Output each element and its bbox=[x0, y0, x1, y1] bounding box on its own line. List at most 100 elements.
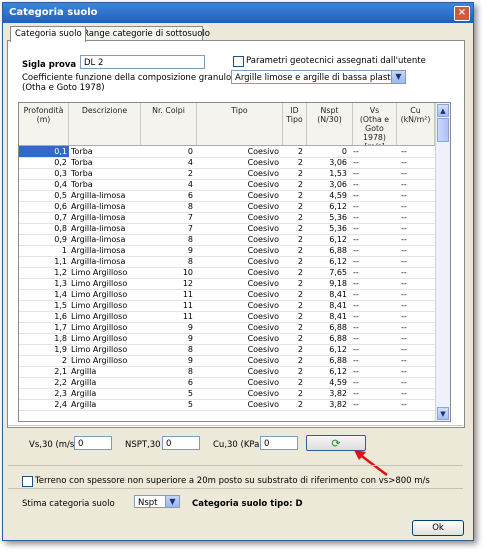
cell-prof[interactable]: 0,3 bbox=[19, 168, 69, 179]
cell-nspt[interactable]: 0 bbox=[307, 146, 349, 157]
cell-cu[interactable]: -- bbox=[401, 190, 435, 201]
cell-tipo[interactable]: Coesivo bbox=[197, 300, 281, 311]
cell-nspt[interactable]: 6,88 bbox=[307, 322, 349, 333]
cell-tipo[interactable]: Coesivo bbox=[197, 388, 281, 399]
cell-cu[interactable]: -- bbox=[401, 344, 435, 355]
cell-prof[interactable]: 2,3 bbox=[19, 388, 69, 399]
cell-tipo[interactable]: Coesivo bbox=[197, 245, 281, 256]
cell-prof[interactable]: 0,7 bbox=[19, 212, 69, 223]
cell-vs[interactable]: -- bbox=[353, 366, 395, 377]
cell-descr[interactable]: Limo Argilloso bbox=[71, 300, 141, 311]
cell-id[interactable]: 2 bbox=[283, 278, 305, 289]
cell-vs[interactable]: -- bbox=[353, 146, 395, 157]
cell-descr[interactable]: Argilla bbox=[71, 366, 141, 377]
cell-tipo[interactable]: Coesivo bbox=[197, 234, 281, 245]
cell-prof[interactable]: 0,2 bbox=[19, 157, 69, 168]
cell-colpi[interactable]: 12 bbox=[141, 278, 195, 289]
cell-colpi[interactable]: 9 bbox=[141, 322, 195, 333]
cell-nspt[interactable]: 6,12 bbox=[307, 344, 349, 355]
cell-colpi[interactable]: 8 bbox=[141, 201, 195, 212]
cell-prof[interactable]: 1,3 bbox=[19, 278, 69, 289]
cell-id[interactable]: 2 bbox=[283, 234, 305, 245]
cell-nspt[interactable]: 6,88 bbox=[307, 245, 349, 256]
cell-prof[interactable]: 1,5 bbox=[19, 300, 69, 311]
cell-cu[interactable]: -- bbox=[401, 366, 435, 377]
param-checkbox[interactable] bbox=[233, 56, 244, 67]
cell-prof[interactable]: 1,8 bbox=[19, 333, 69, 344]
cell-colpi[interactable]: 5 bbox=[141, 399, 195, 410]
cell-descr[interactable]: Limo Argilloso bbox=[71, 333, 141, 344]
cell-id[interactable]: 2 bbox=[283, 146, 305, 157]
chevron-down-icon[interactable]: ▼ bbox=[165, 496, 179, 507]
cell-prof[interactable]: 2 bbox=[19, 355, 69, 366]
cell-prof[interactable]: 0,8 bbox=[19, 223, 69, 234]
sigla-input[interactable]: DL 2 bbox=[80, 55, 205, 69]
scroll-thumb[interactable] bbox=[437, 118, 449, 142]
cell-cu[interactable]: -- bbox=[401, 377, 435, 388]
cell-cu[interactable]: -- bbox=[401, 157, 435, 168]
cell-tipo[interactable]: Coesivo bbox=[197, 377, 281, 388]
nspt30-input[interactable]: 0 bbox=[162, 436, 200, 450]
table-row[interactable]: 2,4 Argilla 5 Coesivo 2 3,82 -- -- bbox=[19, 399, 435, 411]
cell-nspt[interactable]: 6,12 bbox=[307, 201, 349, 212]
cell-tipo[interactable]: Coesivo bbox=[197, 212, 281, 223]
cell-colpi[interactable]: 9 bbox=[141, 355, 195, 366]
cell-cu[interactable]: -- bbox=[401, 267, 435, 278]
cell-prof[interactable]: 2,2 bbox=[19, 377, 69, 388]
cell-id[interactable]: 2 bbox=[283, 289, 305, 300]
cell-prof[interactable]: 0,4 bbox=[19, 179, 69, 190]
cell-vs[interactable]: -- bbox=[353, 201, 395, 212]
tab-categoria-suolo[interactable]: Categoria suolo bbox=[10, 26, 86, 42]
cell-descr[interactable]: Torba bbox=[71, 168, 141, 179]
cell-descr[interactable]: Torba bbox=[71, 157, 141, 168]
cell-tipo[interactable]: Coesivo bbox=[197, 267, 281, 278]
col-header-descr[interactable]: Descrizione bbox=[69, 103, 141, 145]
cell-prof[interactable]: 1,4 bbox=[19, 289, 69, 300]
cell-descr[interactable]: Limo Argilloso bbox=[71, 289, 141, 300]
cell-prof[interactable]: 0,5 bbox=[19, 190, 69, 201]
cell-prof[interactable]: 0,6 bbox=[19, 201, 69, 212]
cell-vs[interactable]: -- bbox=[353, 190, 395, 201]
cell-prof[interactable]: 2,4 bbox=[19, 399, 69, 410]
cell-tipo[interactable]: Coesivo bbox=[197, 399, 281, 410]
cell-tipo[interactable]: Coesivo bbox=[197, 179, 281, 190]
cell-descr[interactable]: Argilla-limosa bbox=[71, 234, 141, 245]
cell-cu[interactable]: -- bbox=[401, 146, 435, 157]
cell-descr[interactable]: Argilla bbox=[71, 399, 141, 410]
cell-vs[interactable]: -- bbox=[353, 168, 395, 179]
cell-descr[interactable]: Argilla-limosa bbox=[71, 245, 141, 256]
cell-vs[interactable]: -- bbox=[353, 212, 395, 223]
cell-nspt[interactable]: 6,88 bbox=[307, 355, 349, 366]
cell-colpi[interactable]: 7 bbox=[141, 223, 195, 234]
cell-vs[interactable]: -- bbox=[353, 256, 395, 267]
cell-id[interactable]: 2 bbox=[283, 322, 305, 333]
cell-descr[interactable]: Torba bbox=[71, 179, 141, 190]
cell-id[interactable]: 2 bbox=[283, 267, 305, 278]
cell-colpi[interactable]: 9 bbox=[141, 333, 195, 344]
cell-id[interactable]: 2 bbox=[283, 157, 305, 168]
cell-tipo[interactable]: Coesivo bbox=[197, 146, 281, 157]
cell-colpi[interactable]: 10 bbox=[141, 267, 195, 278]
cell-cu[interactable]: -- bbox=[401, 322, 435, 333]
cell-id[interactable]: 2 bbox=[283, 377, 305, 388]
cell-nspt[interactable]: 4,59 bbox=[307, 190, 349, 201]
cell-tipo[interactable]: Coesivo bbox=[197, 311, 281, 322]
cell-colpi[interactable]: 11 bbox=[141, 300, 195, 311]
cell-prof[interactable]: 1,6 bbox=[19, 311, 69, 322]
cell-descr[interactable]: Argilla-limosa bbox=[71, 190, 141, 201]
cell-prof[interactable]: 1 bbox=[19, 245, 69, 256]
tab-range-categorie[interactable]: Range categorie di sottosuolo bbox=[78, 26, 210, 41]
cell-vs[interactable]: -- bbox=[353, 179, 395, 190]
col-header-cu[interactable]: Cu (kN/m²) bbox=[397, 103, 435, 145]
col-header-vs[interactable]: Vs (Otha e Goto 1978) [m/s] bbox=[353, 103, 397, 145]
cell-id[interactable]: 2 bbox=[283, 344, 305, 355]
cell-descr[interactable]: Limo Argilloso bbox=[71, 344, 141, 355]
cell-tipo[interactable]: Coesivo bbox=[197, 168, 281, 179]
cell-tipo[interactable]: Coesivo bbox=[197, 289, 281, 300]
cell-cu[interactable]: -- bbox=[401, 311, 435, 322]
cell-nspt[interactable]: 5,36 bbox=[307, 223, 349, 234]
cu30-input[interactable]: 0 bbox=[260, 436, 298, 450]
col-header-colpi[interactable]: Nr. Colpi bbox=[141, 103, 197, 145]
cell-tipo[interactable]: Coesivo bbox=[197, 190, 281, 201]
cell-vs[interactable]: -- bbox=[353, 223, 395, 234]
